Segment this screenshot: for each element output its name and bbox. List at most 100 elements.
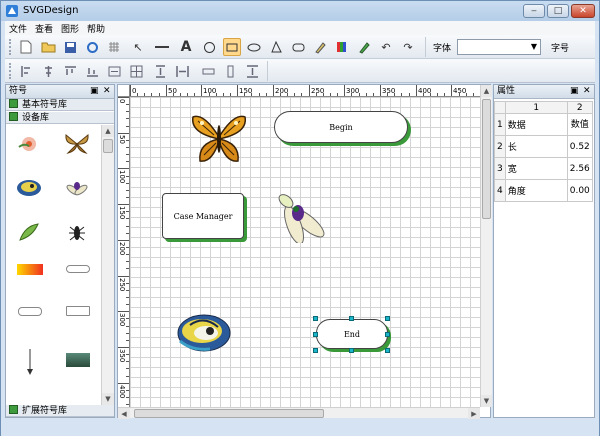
corner-cell	[494, 101, 506, 114]
scroll-up-icon[interactable]: ▲	[481, 85, 492, 97]
canvas-vertical-scrollbar[interactable]: ▲ ▼	[480, 85, 492, 407]
pin-icon[interactable]: ▣	[90, 85, 99, 98]
scroll-thumb[interactable]	[134, 409, 324, 418]
line-tool-icon[interactable]	[153, 38, 171, 56]
ruler-label: 400	[118, 385, 126, 398]
rectangle-tool-icon[interactable]	[223, 38, 241, 56]
scroll-thumb[interactable]	[482, 99, 491, 219]
toolbar-grip	[9, 63, 12, 79]
bird-symbol[interactable]	[14, 173, 44, 203]
library-device[interactable]: 设备库	[6, 112, 114, 124]
same-width-icon[interactable]	[105, 62, 123, 80]
undo-icon[interactable]: ↶	[377, 38, 395, 56]
selection-handle[interactable]	[385, 316, 390, 321]
color-palette-icon[interactable]	[333, 38, 351, 56]
menu-view[interactable]: 查看	[31, 22, 57, 35]
selection-handle[interactable]	[313, 332, 318, 337]
symbol-scrollbar[interactable]: ▲ ▼	[101, 125, 114, 405]
bird-shape[interactable]	[176, 311, 232, 355]
canvas-horizontal-scrollbar[interactable]: ◀ ▶	[118, 407, 480, 419]
align-center-icon[interactable]	[39, 62, 57, 80]
end-shape[interactable]: End	[316, 319, 388, 349]
leaf-symbol[interactable]	[14, 217, 44, 247]
library-basic[interactable]: 基本符号库	[6, 99, 114, 111]
new-file-icon[interactable]	[17, 38, 35, 56]
small-button-symbol[interactable]	[64, 261, 92, 277]
menu-file[interactable]: 文件	[5, 22, 31, 35]
save-icon[interactable]	[61, 38, 79, 56]
scroll-down-icon[interactable]: ▼	[102, 393, 114, 405]
refresh-icon[interactable]	[83, 38, 101, 56]
scroll-down-icon[interactable]: ▼	[481, 395, 492, 407]
ellipse-tool-icon[interactable]	[245, 38, 263, 56]
pin-icon[interactable]: ▣	[570, 85, 579, 98]
font-select[interactable]: ▼	[457, 39, 541, 55]
distribute-vertical-icon[interactable]	[243, 62, 261, 80]
selection-handle[interactable]	[313, 348, 318, 353]
pen-tool-icon[interactable]	[311, 38, 329, 56]
library-extended[interactable]: 扩展符号库	[6, 405, 114, 417]
open-folder-icon[interactable]	[39, 38, 57, 56]
status-bar	[1, 420, 599, 436]
cicada-shape[interactable]	[272, 187, 328, 245]
scroll-left-icon[interactable]: ◀	[118, 408, 130, 419]
resize-width-icon[interactable]	[199, 62, 217, 80]
selection-handle[interactable]	[385, 348, 390, 353]
close-button[interactable]: ✕	[571, 4, 595, 18]
selection-handle[interactable]	[349, 348, 354, 353]
menu-help[interactable]: 帮助	[83, 22, 109, 35]
end-button-symbol[interactable]	[16, 303, 44, 319]
minimize-button[interactable]: ‒	[523, 4, 545, 18]
scroll-right-icon[interactable]: ▶	[468, 408, 480, 419]
resize-height-icon[interactable]	[221, 62, 239, 80]
distribute-horizontal-icon[interactable]	[173, 62, 191, 80]
ruler-label: 100	[118, 170, 126, 183]
align-left-icon[interactable]	[17, 62, 35, 80]
arrow-symbol[interactable]	[16, 347, 44, 377]
gradient-bar-symbol[interactable]	[16, 261, 44, 277]
scroll-thumb[interactable]	[103, 139, 113, 153]
same-height-icon[interactable]	[151, 62, 169, 80]
butterfly-symbol[interactable]	[62, 129, 92, 159]
select-arrow-icon[interactable]: ↖	[129, 38, 147, 56]
property-value[interactable]: 数值	[566, 113, 593, 136]
properties-panel-title: 属性	[497, 86, 516, 96]
flower-symbol[interactable]	[14, 129, 44, 159]
close-icon[interactable]: ✕	[583, 85, 591, 98]
insect-symbol[interactable]	[62, 217, 92, 247]
property-name: 长	[504, 135, 568, 158]
ruler-label: 0	[132, 87, 136, 95]
ruler-label: 250	[118, 278, 126, 291]
selection-handle[interactable]	[385, 332, 390, 337]
property-value[interactable]: 0.00	[566, 179, 593, 202]
text-tool-icon[interactable]: A	[177, 38, 195, 56]
redo-icon[interactable]: ↷	[399, 38, 417, 56]
align-top-icon[interactable]	[61, 62, 79, 80]
close-icon[interactable]: ✕	[103, 85, 111, 98]
scroll-up-icon[interactable]: ▲	[102, 125, 114, 137]
rounded-rect-tool-icon[interactable]	[289, 38, 307, 56]
case-manager-symbol[interactable]	[64, 303, 92, 319]
same-size-icon[interactable]	[127, 62, 145, 80]
property-value[interactable]: 0.52	[566, 135, 593, 158]
property-name: 宽	[504, 157, 568, 180]
menu-shape[interactable]: 图形	[57, 22, 83, 35]
align-bottom-icon[interactable]	[83, 62, 101, 80]
brush-icon[interactable]	[355, 38, 373, 56]
selection-handle[interactable]	[313, 316, 318, 321]
case-manager-shape[interactable]: Case Manager	[162, 193, 244, 239]
row-index: 1	[494, 113, 506, 136]
begin-shape-label: Begin	[329, 122, 353, 132]
selection-handle[interactable]	[349, 316, 354, 321]
butterfly-shape[interactable]	[190, 111, 248, 167]
begin-shape[interactable]: Begin	[274, 111, 408, 143]
gradient-rect-symbol[interactable]	[64, 349, 92, 371]
grid-icon[interactable]	[105, 38, 123, 56]
polygon-tool-icon[interactable]	[267, 38, 285, 56]
drawing-canvas[interactable]: Begin Case Manager End	[130, 97, 480, 407]
circle-tool-icon[interactable]	[200, 38, 218, 56]
property-value[interactable]: 2.56	[566, 157, 593, 180]
maximize-button[interactable]: □	[547, 4, 569, 18]
ruler-corner	[118, 85, 130, 97]
cicada-symbol[interactable]	[62, 173, 92, 203]
